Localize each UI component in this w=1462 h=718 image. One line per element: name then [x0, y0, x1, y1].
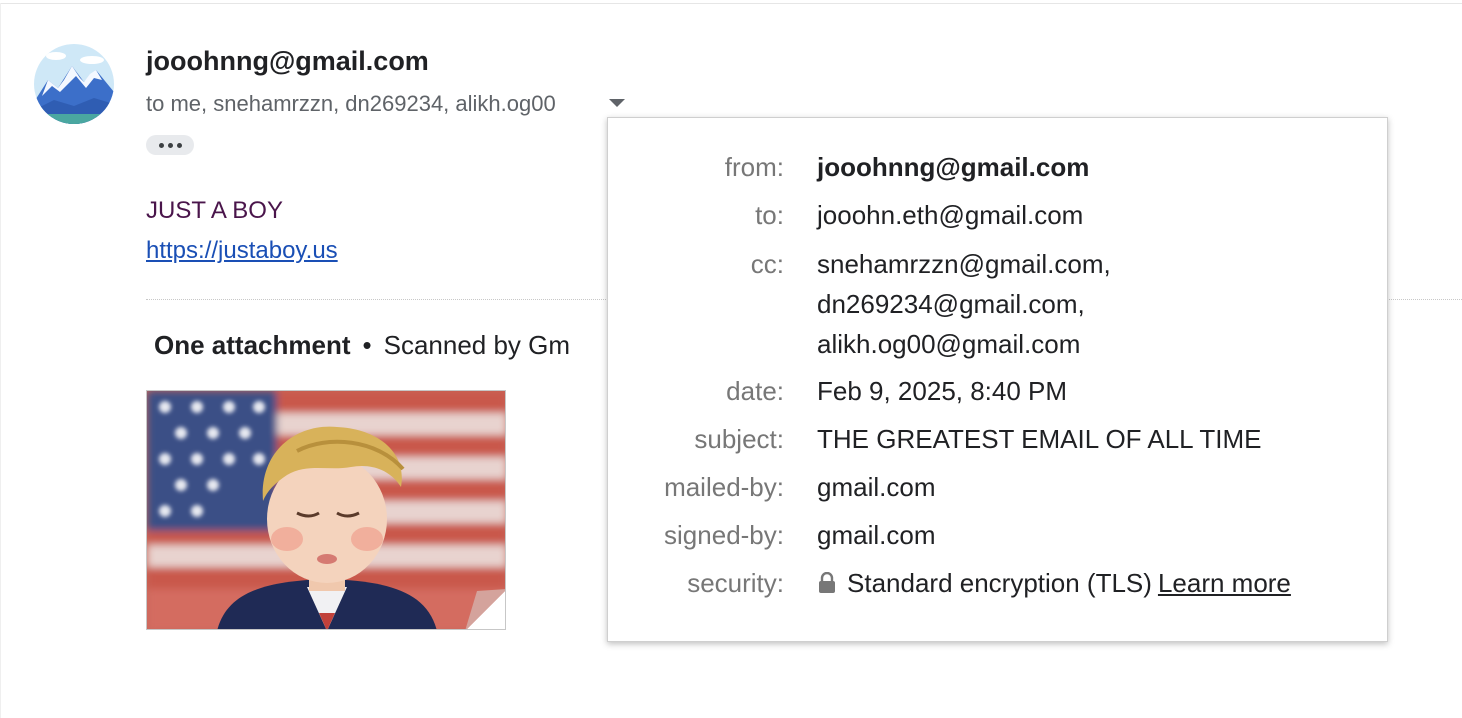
security-text: Standard encryption (TLS) — [847, 568, 1152, 598]
label-cc: cc: — [750, 249, 784, 279]
details-from: jooohnng@gmail.com — [817, 152, 1090, 182]
details-security: Standard encryption (TLS) Learn more — [817, 563, 1291, 605]
dot — [158, 142, 164, 148]
email-body-link[interactable]: https://justaboy.us — [146, 237, 338, 265]
more-icon[interactable] — [146, 135, 194, 155]
details-cc-3: alikh.og00@gmail.com — [817, 329, 1081, 359]
learn-more-link[interactable]: Learn more — [1158, 568, 1291, 598]
lock-icon — [817, 565, 837, 605]
label-subject: subject: — [694, 424, 784, 454]
left-border — [0, 3, 1, 718]
label-date: date: — [726, 376, 784, 406]
scan-status: Scanned by Gm — [383, 330, 571, 360]
recipients-summary: to me, snehamrzzn, dn269234, alikh.og00 — [146, 91, 556, 116]
dot — [176, 142, 182, 148]
label-mailed-by: mailed-by: — [664, 472, 784, 502]
message-details-popup: from: jooohnng@gmail.com to: jooohn.eth@… — [607, 117, 1388, 642]
details-to: jooohn.eth@gmail.com — [817, 200, 1084, 230]
details-date: Feb 9, 2025, 8:40 PM — [817, 376, 1068, 406]
details-signed-by: gmail.com — [817, 520, 936, 550]
avatar-image — [34, 44, 114, 124]
top-border — [0, 3, 1462, 4]
details-subject: THE GREATEST EMAIL OF ALL TIME — [817, 424, 1262, 454]
attachment-image — [147, 391, 505, 629]
attachments-count: One attachment — [154, 330, 351, 360]
attachments-header: One attachment • Scanned by Gm — [154, 330, 570, 361]
sender-avatar[interactable] — [34, 44, 114, 124]
label-security: security: — [687, 568, 784, 598]
email-body-title: JUST A BOY — [146, 197, 283, 224]
separator-dot: • — [362, 330, 372, 360]
label-signed-by: signed-by: — [664, 520, 784, 550]
dot — [167, 142, 173, 148]
details-cc-2: dn269234@gmail.com, — [817, 289, 1085, 319]
details-cc-1: snehamrzzn@gmail.com, — [817, 249, 1111, 279]
sender-name[interactable]: jooohnng@gmail.com — [146, 46, 429, 77]
attachment-thumbnail[interactable] — [146, 390, 506, 630]
label-from: from: — [724, 152, 784, 182]
details-mailed-by: gmail.com — [817, 472, 936, 502]
label-to: to: — [755, 200, 784, 230]
chevron-down-icon[interactable] — [609, 99, 625, 107]
